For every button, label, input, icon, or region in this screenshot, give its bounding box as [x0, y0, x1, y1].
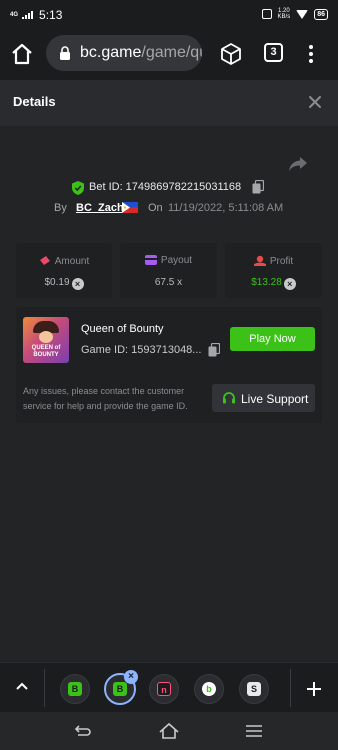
- shield-icon: [72, 181, 84, 195]
- nav-home-icon[interactable]: [158, 722, 180, 740]
- vibrate-icon: [261, 9, 272, 19]
- tab-thumbnail[interactable]: S: [239, 674, 269, 704]
- status-bar: 4G 5:13 1.20 KB/s 86: [0, 0, 338, 28]
- game-thumbnail[interactable]: QUEEN of BOUNTY: [23, 317, 69, 363]
- bet-id: Bet ID: 1749869782215031168: [89, 181, 242, 193]
- bcgame-favicon-icon: B: [68, 682, 82, 696]
- details-header: Details: [0, 80, 338, 126]
- chevron-up-icon[interactable]: [15, 679, 29, 693]
- nav-back-icon[interactable]: [74, 724, 92, 738]
- headset-icon: [223, 392, 235, 404]
- live-support-button[interactable]: Live Support: [212, 384, 315, 412]
- profit-value: $13.28: [251, 277, 282, 288]
- amount-value-row: $0.19 ×: [16, 277, 112, 290]
- app-favicon-icon: n: [157, 682, 171, 696]
- profit-label-row: Profit: [225, 255, 322, 267]
- url-text: bc.game/game/qu: [80, 44, 202, 62]
- payout-card: Payout 67.5 x: [120, 243, 217, 298]
- payout-value: 67.5 x: [154, 277, 183, 288]
- network-speed: 1.20 KB/s: [278, 8, 291, 20]
- amount-value: $0.19: [44, 277, 70, 288]
- payout-label: Payout: [160, 255, 193, 266]
- game-name: Queen of Bounty: [81, 323, 164, 335]
- play-now-button[interactable]: Play Now: [230, 327, 315, 351]
- tab-thumbnail[interactable]: B: [60, 674, 90, 704]
- on-label: On: [148, 202, 163, 214]
- wifi-icon: [296, 9, 309, 19]
- username-link[interactable]: BC_Zachi: [76, 202, 127, 214]
- speed-unit: KB/s: [277, 14, 291, 20]
- bet-datetime: 11/19/2022, 5:11:08 AM: [168, 202, 284, 214]
- plus-icon[interactable]: [306, 681, 322, 697]
- tab-thumbnail[interactable]: n: [149, 674, 179, 704]
- payout-label-row: Payout: [120, 255, 217, 266]
- coin-icon: ×: [71, 278, 84, 290]
- battery-indicator: 86: [314, 8, 328, 20]
- app-favicon-icon: S: [247, 682, 261, 696]
- url-path: /game/qu: [141, 44, 202, 61]
- profit-value-row: $13.28 ×: [225, 277, 322, 290]
- url-bar[interactable]: bc.game/game/qu: [46, 35, 202, 71]
- more-vert-icon[interactable]: [305, 42, 317, 66]
- lock-icon: [60, 46, 70, 60]
- coin-icon: ×: [283, 278, 296, 290]
- copy-icon[interactable]: [252, 180, 264, 194]
- amount-icon: [39, 256, 50, 265]
- live-support-label: Live Support: [241, 392, 309, 406]
- bcgame-favicon-icon: B: [113, 682, 127, 696]
- amount-card: Amount $0.19 ×: [16, 243, 112, 298]
- home-icon[interactable]: [10, 42, 34, 66]
- app-favicon-icon: b: [202, 682, 216, 696]
- status-time: 5:13: [39, 8, 63, 22]
- cube-icon[interactable]: [219, 42, 243, 66]
- game-id: Game ID: 1593713048...: [81, 344, 202, 356]
- url-domain: bc.game: [80, 44, 142, 61]
- game-thumbnail-title: QUEEN of BOUNTY: [31, 345, 61, 358]
- browser-toolbar: bc.game/game/qu 3: [0, 28, 338, 80]
- tab-close-icon[interactable]: ×: [124, 670, 138, 684]
- support-note: Any issues, please contact the customer …: [23, 386, 188, 411]
- tab-switcher-icon[interactable]: 3: [264, 43, 283, 62]
- share-icon[interactable]: [288, 156, 308, 172]
- tab-strip: B B × n b S: [0, 662, 338, 712]
- profit-icon: [253, 255, 266, 266]
- tab-thumbnail[interactable]: b: [194, 674, 224, 704]
- page-title: Details: [13, 94, 56, 109]
- payout-icon: [144, 255, 157, 265]
- by-label: By: [54, 202, 67, 214]
- close-icon[interactable]: [306, 93, 324, 111]
- profit-label: Profit: [269, 256, 294, 267]
- signal-icon: [22, 11, 34, 19]
- copy-icon[interactable]: [208, 343, 220, 357]
- profit-card: Profit $13.28 ×: [225, 243, 322, 298]
- amount-label: Amount: [54, 256, 90, 267]
- amount-label-row: Amount: [16, 255, 112, 267]
- system-nav-bar: [0, 712, 338, 750]
- flag-icon: [122, 202, 138, 213]
- network-type: 4G: [10, 12, 19, 18]
- nav-menu-icon[interactable]: [245, 724, 263, 738]
